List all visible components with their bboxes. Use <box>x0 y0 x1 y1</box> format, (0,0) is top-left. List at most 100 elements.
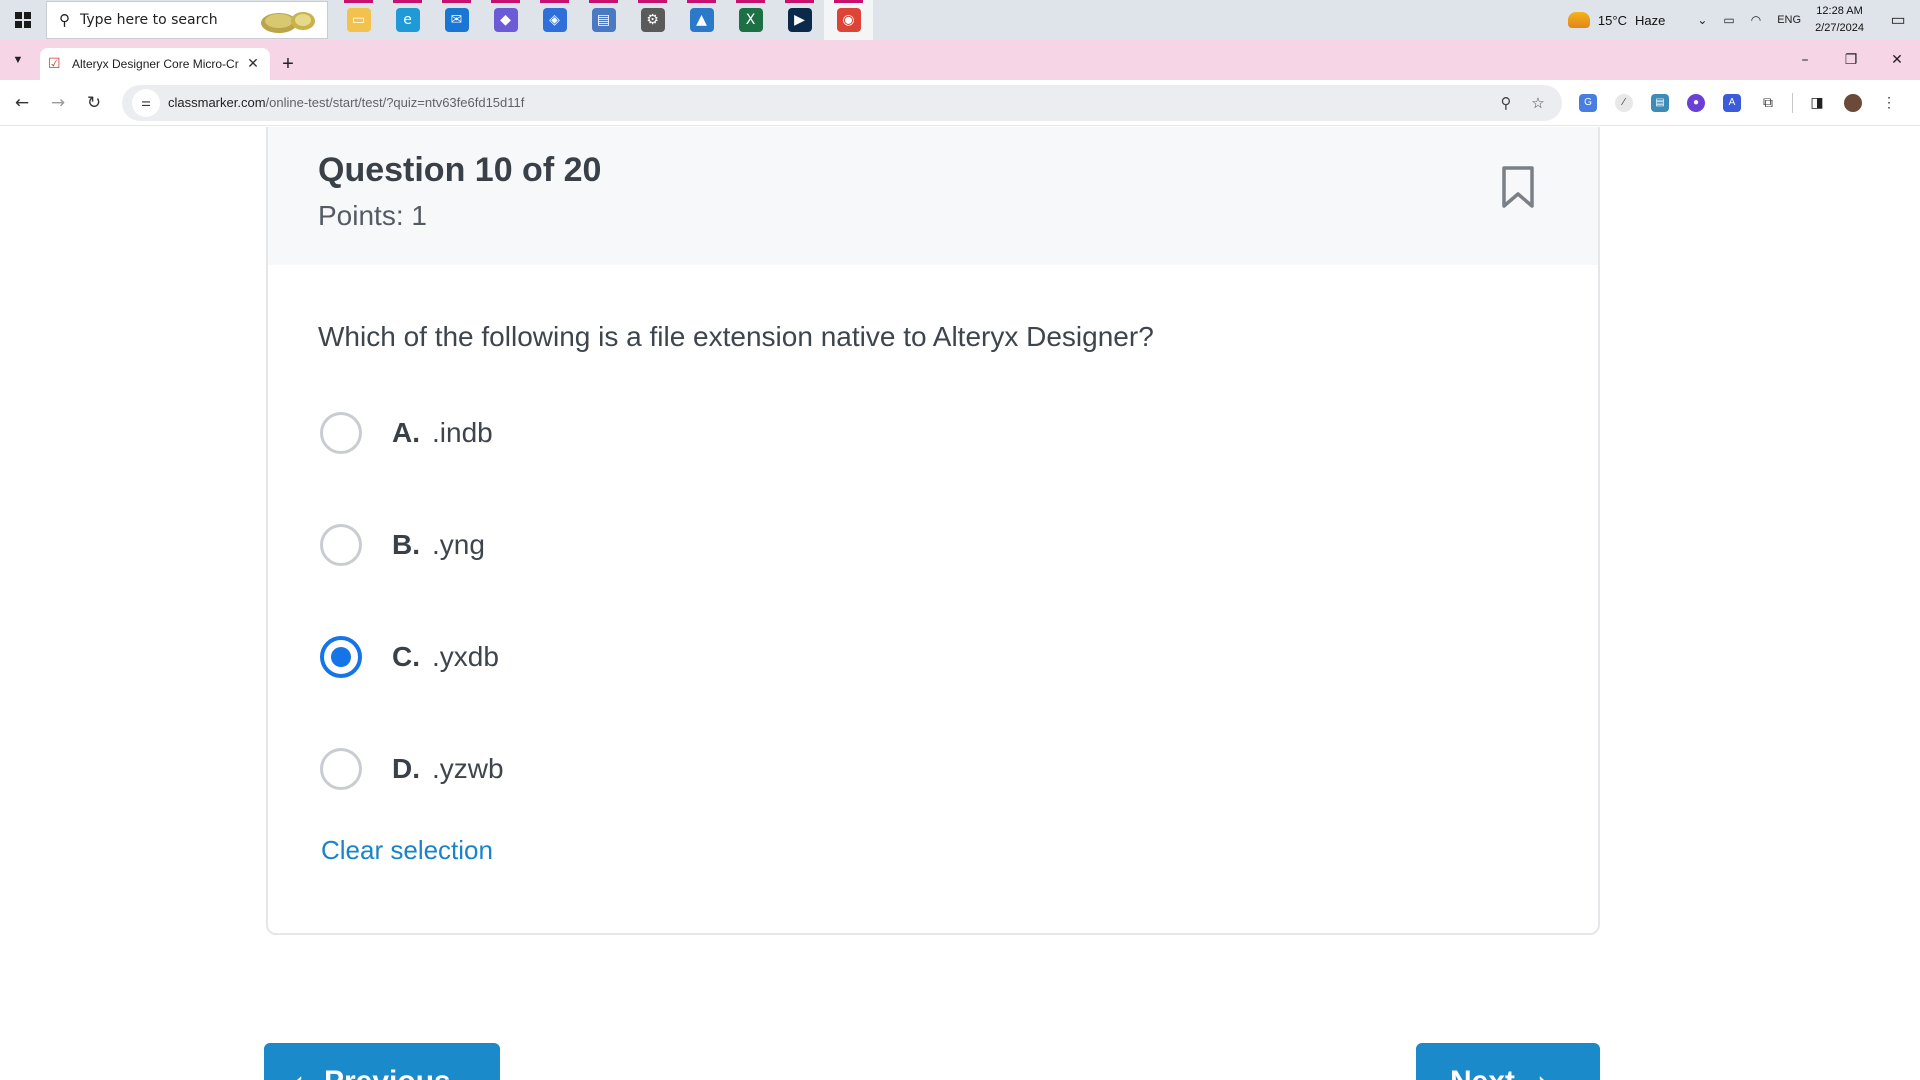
chevron-left-icon: ‹ <box>292 1065 304 1080</box>
previous-button-label: Previous <box>324 1065 451 1080</box>
question-header: Question 10 of 20 Points: 1 <box>268 127 1598 265</box>
edge-icon: e <box>395 8 420 32</box>
bookmark-star-icon[interactable]: ☆ <box>1522 89 1554 117</box>
notification-icon[interactable]: ▭ <box>1876 0 1920 40</box>
close-window-icon[interactable]: ✕ <box>1874 40 1920 80</box>
taskbar-apps: ▭ e ✉ ◆ ◈ ▤ ⚙ ▲ X ▶ ◉ <box>334 0 873 40</box>
next-button-label: Next <box>1450 1065 1515 1080</box>
browser-tab-strip: ▼ ☑ Alteryx Designer Core Micro-Cr ✕ + –… <box>0 40 1920 80</box>
taskbar-app-file-explorer[interactable]: ▭ <box>334 0 383 40</box>
weather-widget[interactable]: 15°C Haze <box>1567 12 1666 28</box>
side-panel-icon[interactable]: ◨ <box>1799 85 1835 121</box>
translate-extension-icon[interactable]: G <box>1570 85 1606 121</box>
answer-text: .yzwb <box>432 753 504 784</box>
weather-condition: Haze <box>1634 12 1666 28</box>
radio-button[interactable] <box>320 412 362 454</box>
question-card: Question 10 of 20 Points: 1 Which of the… <box>266 127 1600 935</box>
answer-options: A. .indb B. .yng C. .yxdb D. .yzwb <box>318 377 1598 825</box>
circle-extension-icon[interactable]: ● <box>1678 85 1714 121</box>
reload-icon[interactable]: ↻ <box>76 85 112 121</box>
url-host: classmarker.com <box>168 95 266 110</box>
browser-tab-active[interactable]: ☑ Alteryx Designer Core Micro-Cr ✕ <box>40 48 270 80</box>
radio-button-selected[interactable] <box>320 636 362 678</box>
wifi-icon[interactable]: ◠ <box>1751 13 1761 27</box>
next-button[interactable]: Next › <box>1416 1043 1600 1080</box>
weather-icon <box>1567 12 1590 28</box>
new-tab-plus-icon[interactable]: + <box>270 48 306 80</box>
clock[interactable]: 12:28 AM 2/27/2024 <box>1815 3 1864 37</box>
toolbar-separator <box>1792 92 1793 113</box>
battery-icon[interactable]: ▭ <box>1723 13 1734 27</box>
excel-icon: X <box>738 8 763 32</box>
puzzle-extensions-icon[interactable]: ⧉ <box>1750 85 1786 121</box>
answer-letter: D. <box>392 753 420 784</box>
answer-option[interactable]: A. .indb <box>318 377 1598 489</box>
chevron-right-icon: › <box>1537 1065 1549 1080</box>
answer-letter: A. <box>392 417 420 448</box>
answer-text: .yng <box>432 529 485 560</box>
bookmark-icon[interactable] <box>1500 165 1536 209</box>
url-text[interactable]: classmarker.com/online-test/start/test/?… <box>168 95 1490 110</box>
clear-selection-link[interactable]: Clear selection <box>321 835 493 866</box>
taskbar-app-chrome[interactable]: ◉ <box>824 0 873 40</box>
file-explorer-icon: ▭ <box>346 8 371 32</box>
url-path: /online-test/start/test/?quiz=ntv63fe6fd… <box>265 95 525 110</box>
radio-button[interactable] <box>320 748 362 790</box>
search-highlight-image-icon <box>261 12 315 33</box>
taskbar-app-terminal[interactable]: ▶ <box>775 0 824 40</box>
taskbar-app-copilot[interactable]: ◆ <box>481 0 530 40</box>
answer-text: .yxdb <box>432 641 499 672</box>
question-text: Which of the following is a file extensi… <box>318 321 1154 352</box>
chrome-icon: ◉ <box>836 8 861 32</box>
menu-kebab-icon[interactable]: ⋮ <box>1871 85 1907 121</box>
profile-avatar[interactable] <box>1835 85 1871 121</box>
answer-option[interactable]: B. .yng <box>318 489 1598 601</box>
taskbar-app-mail[interactable]: ✉ <box>432 0 481 40</box>
app-blue-icon: ◈ <box>542 8 567 32</box>
start-button[interactable] <box>0 0 46 40</box>
pen-extension-icon[interactable]: ⁄ <box>1606 85 1642 121</box>
settings-icon: ⚙ <box>640 8 665 32</box>
restore-icon[interactable]: ❐ <box>1828 40 1874 80</box>
answer-text: .indb <box>432 417 493 448</box>
taskbar-app-edge[interactable]: e <box>383 0 432 40</box>
tab-search-chevron-icon[interactable]: ▼ <box>0 40 36 80</box>
taskbar-app-document[interactable]: ▤ <box>579 0 628 40</box>
answer-option[interactable]: C. .yxdb <box>318 601 1598 713</box>
taskbar-app-excel[interactable]: X <box>726 0 775 40</box>
photos-icon: ▲ <box>689 8 714 32</box>
printer-extension-icon[interactable]: ▤ <box>1642 85 1678 121</box>
classmarker-favicon-icon: ☑ <box>48 56 61 72</box>
address-bar[interactable]: ⚌ classmarker.com/online-test/start/test… <box>122 84 1562 121</box>
taskbar-app-app-blue[interactable]: ◈ <box>530 0 579 40</box>
site-info-icon[interactable]: ⚌ <box>132 88 160 117</box>
radio-button[interactable] <box>320 524 362 566</box>
person-extension-icon[interactable]: A <box>1714 85 1750 121</box>
weather-temp: 15°C <box>1597 12 1627 28</box>
taskbar-search-box[interactable]: ⚲ Type here to search <box>46 1 328 39</box>
answer-option[interactable]: D. .yzwb <box>318 713 1598 825</box>
forward-arrow-icon[interactable]: → <box>40 85 76 121</box>
terminal-icon: ▶ <box>787 8 812 32</box>
document-icon: ▤ <box>591 8 616 32</box>
previous-button[interactable]: ‹ Previous <box>264 1043 500 1080</box>
tab-close-icon[interactable]: ✕ <box>244 56 262 72</box>
tab-title: Alteryx Designer Core Micro-Cr <box>72 57 239 71</box>
answer-letter: C. <box>392 641 420 672</box>
minimize-icon[interactable]: – <box>1782 40 1828 80</box>
language-indicator[interactable]: ENG <box>1777 14 1801 26</box>
taskbar-app-settings[interactable]: ⚙ <box>628 0 677 40</box>
windows-taskbar: ⚲ Type here to search ▭ e ✉ ◆ ◈ ▤ ⚙ ▲ X ▶ ◉ 15°C H… <box>0 0 1920 40</box>
copilot-icon: ◆ <box>493 8 518 32</box>
chevron-up-icon[interactable]: ⌄ <box>1697 13 1707 27</box>
mail-icon: ✉ <box>444 8 469 32</box>
window-controls: – ❐ ✕ <box>1782 40 1920 80</box>
zoom-icon[interactable]: ⚲ <box>1490 89 1522 117</box>
system-tray: 15°C Haze ⌄ ▭ ◠ ENG 12:28 AM 2/27/2024 ▭ <box>1567 0 1920 40</box>
taskbar-app-photos[interactable]: ▲ <box>677 0 726 40</box>
answer-letter: B. <box>392 529 420 560</box>
question-number: Question 10 of 20 <box>318 151 602 189</box>
back-arrow-icon[interactable]: ← <box>4 85 40 121</box>
web-page: Question 10 of 20 Points: 1 Which of the… <box>0 127 1920 1080</box>
clock-time: 12:28 AM <box>1816 5 1863 17</box>
